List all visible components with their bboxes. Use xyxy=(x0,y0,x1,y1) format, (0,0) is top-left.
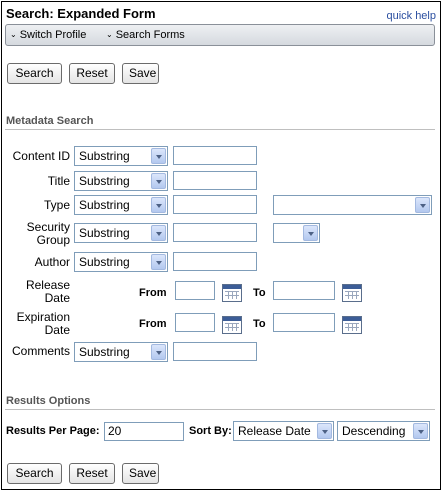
author-operator-value: Substring xyxy=(79,255,130,269)
expiration-date-label-line1: Expiration xyxy=(16,310,70,324)
metadata-search-heading: Metadata Search xyxy=(6,115,94,127)
security-group-label-line1: Security xyxy=(26,220,70,234)
expiration-date-label: Expiration Date xyxy=(0,311,70,337)
title-operator-value: Substring xyxy=(79,174,130,188)
author-operator-select[interactable]: Substring xyxy=(74,252,168,272)
calendar-icon[interactable] xyxy=(222,284,242,302)
type-options-select[interactable] xyxy=(273,195,432,215)
switch-profile-label: Switch Profile xyxy=(19,29,87,41)
dropdown-arrow-icon xyxy=(151,344,166,360)
section-divider xyxy=(5,409,435,410)
security-group-operator-select[interactable]: Substring xyxy=(74,223,168,243)
content-id-operator-value: Substring xyxy=(79,149,130,163)
release-date-label-line1: Release xyxy=(25,278,70,292)
type-label: Type xyxy=(43,198,70,212)
comments-operator-value: Substring xyxy=(79,345,130,359)
expiration-date-label-line2: Date xyxy=(44,323,70,337)
release-date-label-line2: Date xyxy=(44,291,70,305)
release-to-label: To xyxy=(253,287,266,299)
menu-bar: ⌄ Switch Profile ⌄ Search Forms xyxy=(5,24,435,46)
dropdown-arrow-icon xyxy=(151,148,166,164)
sort-order-select[interactable]: Descending xyxy=(337,421,430,441)
expiration-date-to-input[interactable] xyxy=(273,313,335,332)
switch-profile-menu[interactable]: ⌄ Switch Profile xyxy=(10,29,86,41)
sort-by-label: Sort By: xyxy=(189,425,232,437)
security-group-operator-value: Substring xyxy=(79,226,130,240)
author-input[interactable] xyxy=(173,252,257,271)
save-button-bottom[interactable]: Save xyxy=(122,463,159,484)
expiration-to-label: To xyxy=(253,318,266,330)
results-per-page-label: Results Per Page: xyxy=(6,425,100,437)
sort-field-value: Release Date xyxy=(238,424,311,438)
comments-input[interactable] xyxy=(173,342,257,361)
dropdown-arrow-icon xyxy=(151,173,166,189)
results-per-page-input[interactable]: 20 xyxy=(104,422,184,441)
page-title: Search: Expanded Form xyxy=(6,6,156,21)
sort-field-select[interactable]: Release Date xyxy=(233,421,334,441)
search-button-bottom[interactable]: Search xyxy=(7,463,62,484)
content-id-input[interactable] xyxy=(173,146,257,165)
comments-operator-select[interactable]: Substring xyxy=(74,342,168,362)
save-button-top[interactable]: Save xyxy=(122,63,159,84)
type-operator-select[interactable]: Substring xyxy=(74,195,168,215)
dropdown-arrow-icon xyxy=(151,254,166,270)
calendar-icon[interactable] xyxy=(342,316,362,334)
sort-order-value: Descending xyxy=(342,424,406,438)
search-button-top[interactable]: Search xyxy=(7,63,62,84)
quick-help-link[interactable]: quick help xyxy=(386,10,436,22)
calendar-icon[interactable] xyxy=(342,284,362,302)
chevron-down-icon: ⌄ xyxy=(106,30,113,39)
comments-label: Comments xyxy=(11,344,70,358)
search-forms-label: Search Forms xyxy=(115,29,185,41)
reset-button-bottom[interactable]: Reset xyxy=(69,463,115,484)
dropdown-arrow-icon xyxy=(303,225,318,241)
author-label: Author xyxy=(34,255,70,269)
title-label: Title xyxy=(47,174,70,188)
search-forms-menu[interactable]: ⌄ Search Forms xyxy=(106,29,185,41)
release-date-from-input[interactable] xyxy=(175,281,215,300)
title-operator-select[interactable]: Substring xyxy=(74,171,168,191)
release-date-to-input[interactable] xyxy=(273,281,335,300)
security-group-options-select[interactable] xyxy=(273,223,320,243)
release-from-label: From xyxy=(139,287,167,299)
results-options-heading: Results Options xyxy=(6,395,91,407)
dropdown-arrow-icon xyxy=(413,423,428,439)
chevron-down-icon: ⌄ xyxy=(10,30,17,39)
type-input[interactable] xyxy=(173,195,257,214)
expiration-from-label: From xyxy=(139,318,167,330)
content-id-operator-select[interactable]: Substring xyxy=(74,146,168,166)
security-group-input[interactable] xyxy=(173,223,257,242)
security-group-label-line2: Group xyxy=(36,233,70,247)
security-group-label: Security Group xyxy=(0,221,70,247)
calendar-icon[interactable] xyxy=(222,316,242,334)
title-input[interactable] xyxy=(173,171,257,190)
section-divider xyxy=(5,129,435,130)
content-id-label: Content ID xyxy=(12,149,70,163)
dropdown-arrow-icon xyxy=(151,225,166,241)
expiration-date-from-input[interactable] xyxy=(175,313,215,332)
dropdown-arrow-icon xyxy=(151,197,166,213)
reset-button-top[interactable]: Reset xyxy=(69,63,115,84)
dropdown-arrow-icon xyxy=(415,197,430,213)
type-operator-value: Substring xyxy=(79,198,130,212)
dropdown-arrow-icon xyxy=(317,423,332,439)
release-date-label: Release Date xyxy=(0,279,70,305)
